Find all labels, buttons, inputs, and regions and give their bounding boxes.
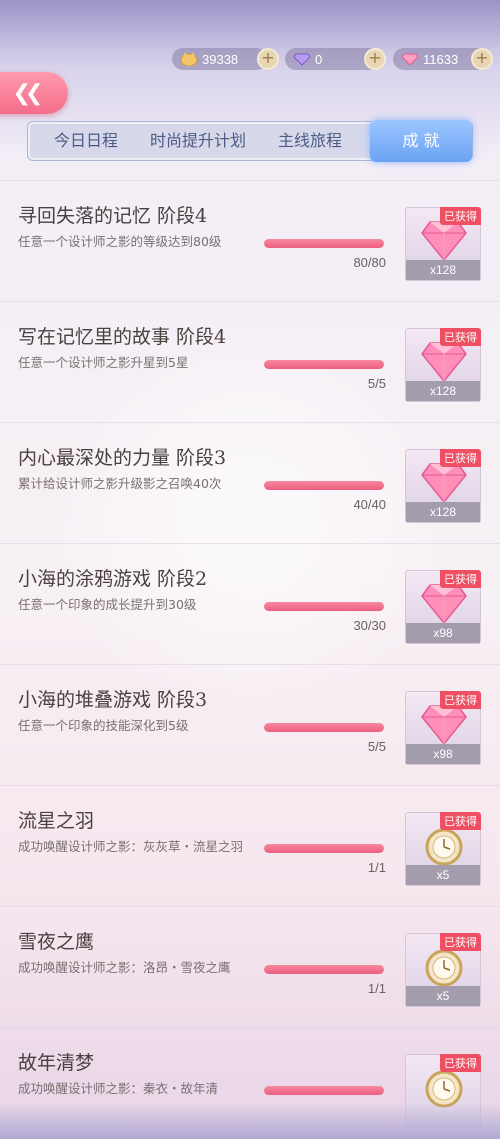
progress-bar-fill bbox=[264, 844, 384, 853]
progress-text: 5/5 bbox=[367, 376, 386, 391]
obtained-badge: 已获得 bbox=[440, 933, 481, 951]
reward-quantity: x5 bbox=[406, 986, 480, 1006]
add-pink-diamond-button[interactable]: + bbox=[471, 48, 493, 70]
progress-text: 1/1 bbox=[367, 981, 386, 996]
reward-slot[interactable]: 已获得 x128 bbox=[405, 328, 481, 402]
progress-bar bbox=[264, 844, 384, 853]
pink-diamond-icon bbox=[401, 53, 419, 66]
double-chevron-left-icon: ❮❮ bbox=[12, 80, 44, 106]
achievement-title: 小海的涂鸦游戏 阶段2 bbox=[18, 568, 208, 590]
add-coin-button[interactable]: + bbox=[257, 48, 279, 70]
back-button[interactable]: ❮❮ bbox=[0, 72, 68, 114]
achievement-description: 成功唤醒设计师之影：洛昂・雪夜之鹰 bbox=[18, 960, 231, 975]
progress-bar bbox=[264, 965, 384, 974]
progress-text: 30/30 bbox=[353, 618, 386, 633]
coin-icon bbox=[180, 52, 198, 66]
achievement-description: 成功唤醒设计师之影：秦衣・故年清 bbox=[18, 1081, 219, 1096]
coin-counter: 39338 bbox=[172, 48, 268, 70]
reward-slot[interactable]: 已获得 x98 bbox=[405, 691, 481, 765]
achievement-title: 流星之羽 bbox=[18, 810, 95, 832]
achievement-item: 雪夜之鹰成功唤醒设计师之影：洛昂・雪夜之鹰 1/1 已获得 x5 bbox=[0, 906, 500, 1027]
progress-text: 40/40 bbox=[353, 497, 386, 512]
achievement-title: 小海的堆叠游戏 阶段3 bbox=[18, 689, 208, 711]
progress-bar bbox=[264, 723, 384, 732]
progress-bar-fill bbox=[264, 360, 384, 369]
reward-quantity: x98 bbox=[406, 623, 480, 643]
coin-value: 39338 bbox=[202, 51, 239, 67]
progress-bar bbox=[264, 602, 384, 611]
progress-text: 5/5 bbox=[367, 739, 386, 754]
tab-fashion-plan[interactable]: 时尚提升计划 bbox=[138, 122, 258, 160]
achievement-description: 任意一个印象的成长提升到30级 bbox=[18, 597, 197, 612]
top-bar bbox=[0, 0, 500, 48]
progress-bar-fill bbox=[264, 723, 384, 732]
purple-diamond-icon bbox=[293, 53, 311, 66]
reward-slot[interactable]: 已获得 x128 bbox=[405, 207, 481, 281]
tab-achievements[interactable]: 成 就 bbox=[370, 120, 472, 162]
reward-slot[interactable]: 已获得 x128 bbox=[405, 449, 481, 523]
reward-quantity: x128 bbox=[406, 381, 480, 401]
achievement-item: 小海的涂鸦游戏 阶段2 任意一个印象的成长提升到30级 30/30 已获得 x98 bbox=[0, 543, 500, 664]
achievement-description: 任意一个设计师之影的等级达到80级 bbox=[18, 234, 222, 249]
obtained-badge: 已获得 bbox=[440, 207, 481, 225]
achievement-title: 故年清梦 bbox=[18, 1052, 95, 1074]
progress-bar bbox=[264, 239, 384, 248]
progress-bar bbox=[264, 1086, 384, 1095]
purple-diamond-value: 0 bbox=[315, 51, 323, 67]
obtained-badge: 已获得 bbox=[440, 1054, 481, 1072]
progress-bar-fill bbox=[264, 239, 384, 248]
achievement-item: 流星之羽成功唤醒设计师之影：灰灰草・流星之羽 1/1 已获得 x5 bbox=[0, 785, 500, 906]
reward-quantity: x5 bbox=[406, 865, 480, 885]
reward-slot[interactable]: 已获得 x5 bbox=[405, 933, 481, 1007]
reward-quantity: x98 bbox=[406, 744, 480, 764]
achievement-title: 雪夜之鹰 bbox=[18, 931, 95, 953]
progress-bar-fill bbox=[264, 1086, 384, 1095]
progress-bar-fill bbox=[264, 965, 384, 974]
obtained-badge: 已获得 bbox=[440, 328, 481, 346]
obtained-badge: 已获得 bbox=[440, 812, 481, 830]
reward-quantity: x128 bbox=[406, 502, 480, 522]
tab-main-journey[interactable]: 主线旅程 bbox=[264, 122, 356, 160]
reward-quantity: x128 bbox=[406, 260, 480, 280]
obtained-badge: 已获得 bbox=[440, 570, 481, 588]
obtained-badge: 已获得 bbox=[440, 449, 481, 467]
achievement-list: 寻回失落的记忆 阶段4 任意一个设计师之影的等级达到80级 80/80 已获得 x128… bbox=[0, 180, 500, 1139]
pink-diamond-value: 11633 bbox=[423, 51, 459, 67]
progress-bar bbox=[264, 481, 384, 490]
progress-text: 1/1 bbox=[367, 860, 386, 875]
achievement-item: 寻回失落的记忆 阶段4 任意一个设计师之影的等级达到80级 80/80 已获得 x128 bbox=[0, 180, 500, 301]
tab-bar: 今日日程 时尚提升计划 主线旅程 成 就 bbox=[27, 120, 473, 162]
achievement-title: 写在记忆里的故事 阶段4 bbox=[18, 326, 227, 348]
reward-slot[interactable]: 已获得 x5 bbox=[405, 812, 481, 886]
obtained-badge: 已获得 bbox=[440, 691, 481, 709]
tab-daily-schedule[interactable]: 今日日程 bbox=[36, 122, 136, 160]
achievement-description: 任意一个设计师之影升星到5星 bbox=[18, 355, 189, 370]
progress-bar bbox=[264, 360, 384, 369]
achievement-item: 内心最深处的力量 阶段3 累计给设计师之影升级影之召唤40次 40/40 已获得 x12… bbox=[0, 422, 500, 543]
achievement-title: 内心最深处的力量 阶段3 bbox=[18, 447, 227, 469]
progress-bar-fill bbox=[264, 481, 384, 490]
reward-slot[interactable]: 已获得 x98 bbox=[405, 570, 481, 644]
achievement-description: 成功唤醒设计师之影：灰灰草・流星之羽 bbox=[18, 839, 244, 854]
add-purple-diamond-button[interactable]: + bbox=[364, 48, 386, 70]
bottom-edge-decoration bbox=[0, 1103, 500, 1139]
achievement-description: 累计给设计师之影升级影之召唤40次 bbox=[18, 476, 222, 491]
progress-bar-fill bbox=[264, 602, 384, 611]
progress-text: 80/80 bbox=[353, 255, 386, 270]
achievement-item: 写在记忆里的故事 阶段4 任意一个设计师之影升星到5星 5/5 已获得 x128 bbox=[0, 301, 500, 422]
achievement-item: 小海的堆叠游戏 阶段3 任意一个印象的技能深化到5级 5/5 已获得 x98 bbox=[0, 664, 500, 785]
achievement-title: 寻回失落的记忆 阶段4 bbox=[18, 205, 208, 227]
achievement-description: 任意一个印象的技能深化到5级 bbox=[18, 718, 189, 733]
